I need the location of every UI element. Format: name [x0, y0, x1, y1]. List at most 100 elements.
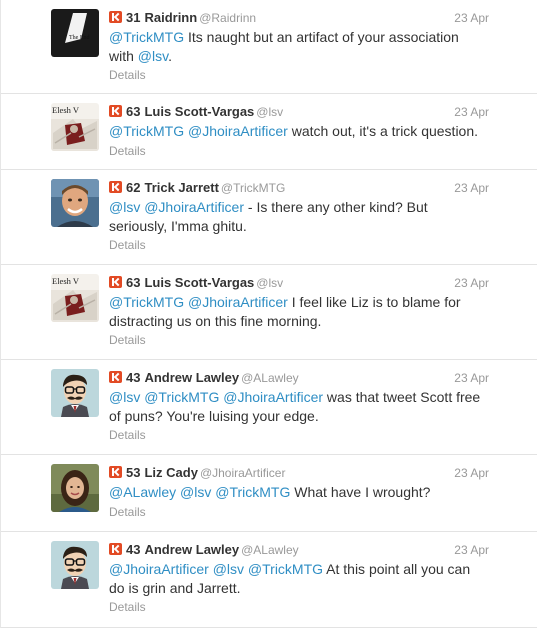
tweet-text-segment: At this point all you can: [323, 561, 471, 577]
avatar[interactable]: Elesh V: [51, 103, 99, 151]
klout-score: 62: [126, 180, 141, 195]
tweet-text-segment: .: [168, 47, 172, 64]
tweet-header: 43 Andrew Lawley @ALawley: [109, 542, 299, 558]
tweet-text: @ALawley @lsv @TrickMTG What have I wrou…: [109, 483, 494, 502]
details-link[interactable]: Details: [109, 600, 146, 614]
user-handle[interactable]: @JhoiraArtificer: [200, 466, 286, 480]
tweet-text: @TrickMTG Its naught but an artifact of …: [109, 28, 494, 65]
tweet-text-line: @TrickMTG Its naught but an artifact of …: [109, 28, 494, 47]
tweet-text-line: do is grin and Jarrett.: [109, 579, 494, 598]
user-fullname[interactable]: Luis Scott-Vargas: [144, 275, 254, 290]
tweet-text-segment: watch out, it's a trick question.: [287, 123, 479, 139]
user-handle[interactable]: @lsv: [256, 276, 283, 290]
tweet-text-segment: What have I wrought?: [290, 484, 431, 500]
mention-link[interactable]: @lsv: [109, 199, 140, 215]
user-handle[interactable]: @Raidrinn: [199, 11, 256, 25]
details-link[interactable]: Details: [109, 333, 146, 347]
tweet-text-segment: of puns? You're luising your edge.: [109, 407, 319, 424]
tweet-text: @TrickMTG @JhoiraArtificer I feel like L…: [109, 293, 494, 330]
tweet-item[interactable]: 43 Andrew Lawley @ALawley 23 Apr @JhoiraArti…: [1, 532, 537, 628]
tweet-header: 63 Luis Scott-Vargas @lsv: [109, 104, 283, 120]
mention-link[interactable]: @lsv: [180, 484, 211, 500]
tweet-text-line: distracting us on this fine morning.: [109, 312, 494, 331]
user-handle[interactable]: @ALawley: [241, 371, 299, 385]
user-handle[interactable]: @TrickMTG: [221, 181, 285, 195]
details-link[interactable]: Details: [109, 68, 146, 82]
avatar[interactable]: [51, 541, 99, 589]
avatar-label: Elesh V: [52, 105, 80, 115]
user-fullname[interactable]: Trick Jarrett: [144, 180, 218, 195]
klout-score: 63: [126, 275, 141, 290]
mention-link[interactable]: @TrickMTG: [109, 294, 184, 310]
tweet-timeline: The End 31 Raidrinn @Raidrinn 23 Apr @TrickMT…: [0, 0, 537, 628]
tweet-item[interactable]: 53 Liz Cady @JhoiraArtificer 23 Apr @ALawley…: [1, 455, 537, 532]
user-fullname[interactable]: Luis Scott-Vargas: [144, 104, 254, 119]
mention-link[interactable]: @TrickMTG: [144, 389, 219, 405]
tweet-text-segment: - Is there any other kind? But: [244, 199, 428, 215]
mention-link[interactable]: @TrickMTG: [109, 123, 184, 139]
mention-link[interactable]: @TrickMTG: [109, 29, 184, 45]
tweet-text-segment: I feel like Liz is to blame for: [287, 294, 461, 310]
user-handle[interactable]: @ALawley: [241, 543, 299, 557]
avatar[interactable]: The End: [51, 9, 99, 57]
mention-link[interactable]: @JhoiraArtificer: [188, 294, 288, 310]
user-handle[interactable]: @lsv: [256, 105, 283, 119]
tweet-item[interactable]: Elesh V 63 Luis Scott-Vargas @lsv 23 Apr @Tri…: [1, 265, 537, 360]
klout-score: 63: [126, 104, 141, 119]
mention-link[interactable]: @TrickMTG: [215, 484, 290, 500]
tweet-text: @lsv @TrickMTG @JhoiraArtificer was that…: [109, 388, 494, 425]
mention-link[interactable]: @lsv: [109, 389, 140, 405]
tweet-timestamp[interactable]: 23 Apr: [454, 104, 489, 120]
mention-link[interactable]: @JhoiraArtificer: [144, 199, 244, 215]
details-link[interactable]: Details: [109, 505, 146, 519]
avatar-label: The End: [69, 35, 90, 41]
tweet-text-line: seriously, I'mma ghitu.: [109, 217, 494, 236]
user-fullname[interactable]: Andrew Lawley: [144, 542, 239, 557]
klout-icon: [109, 11, 122, 23]
details-link[interactable]: Details: [109, 144, 146, 158]
tweet-item[interactable]: The End 31 Raidrinn @Raidrinn 23 Apr @TrickMT…: [1, 0, 537, 94]
klout-icon: [109, 181, 122, 193]
user-fullname[interactable]: Liz Cady: [144, 465, 197, 480]
tweet-text-segment: with: [109, 47, 138, 64]
tweet-timestamp[interactable]: 23 Apr: [454, 180, 489, 196]
klout-score: 31: [126, 10, 141, 25]
mention-link[interactable]: @JhoiraArtificer: [109, 561, 209, 577]
tweet-timestamp[interactable]: 23 Apr: [454, 465, 489, 481]
tweet-header: 31 Raidrinn @Raidrinn: [109, 10, 256, 26]
klout-score: 43: [126, 542, 141, 557]
tweet-header: 62 Trick Jarrett @TrickMTG: [109, 180, 285, 196]
tweet-text-line: @lsv @JhoiraArtificer - Is there any oth…: [109, 198, 494, 217]
tweet-timestamp[interactable]: 23 Apr: [454, 370, 489, 386]
tweet-text-segment: do is grin and Jarrett.: [109, 579, 241, 596]
tweet-item[interactable]: 43 Andrew Lawley @ALawley 23 Apr @lsv @Trick…: [1, 360, 537, 455]
mention-link[interactable]: @lsv: [138, 48, 168, 64]
details-link[interactable]: Details: [109, 238, 146, 252]
tweet-timestamp[interactable]: 23 Apr: [454, 275, 489, 291]
tweet-text-line: @TrickMTG @JhoiraArtificer watch out, it…: [109, 122, 494, 141]
mention-link[interactable]: @JhoiraArtificer: [188, 123, 288, 139]
klout-icon: [109, 466, 122, 478]
user-fullname[interactable]: Andrew Lawley: [144, 370, 239, 385]
tweet-text-line: @TrickMTG @JhoiraArtificer I feel like L…: [109, 293, 494, 312]
avatar[interactable]: [51, 369, 99, 417]
tweet-text-line: @JhoiraArtificer @lsv @TrickMTG At this …: [109, 560, 494, 579]
mention-link[interactable]: @TrickMTG: [248, 561, 323, 577]
tweet-item[interactable]: Elesh V 63 Luis Scott-Vargas @lsv 23 Apr @Tri…: [1, 94, 537, 170]
avatar[interactable]: [51, 179, 99, 227]
tweet-timestamp[interactable]: 23 Apr: [454, 10, 489, 26]
tweet-header: 53 Liz Cady @JhoiraArtificer: [109, 465, 285, 481]
user-fullname[interactable]: Raidrinn: [144, 10, 197, 25]
tweet-text-segment: Its naught but an artifact of your assoc…: [184, 29, 459, 45]
mention-link[interactable]: @lsv: [213, 561, 244, 577]
details-link[interactable]: Details: [109, 428, 146, 442]
avatar[interactable]: Elesh V: [51, 274, 99, 322]
tweet-text: @JhoiraArtificer @lsv @TrickMTG At this …: [109, 560, 494, 597]
mention-link[interactable]: @ALawley: [109, 484, 176, 500]
avatar[interactable]: [51, 464, 99, 512]
tweet-text-line: of puns? You're luising your edge.: [109, 407, 494, 426]
tweet-header: 43 Andrew Lawley @ALawley: [109, 370, 299, 386]
mention-link[interactable]: @JhoiraArtificer: [223, 389, 323, 405]
tweet-item[interactable]: 62 Trick Jarrett @TrickMTG 23 Apr @lsv @Jhoi…: [1, 170, 537, 265]
tweet-timestamp[interactable]: 23 Apr: [454, 542, 489, 558]
